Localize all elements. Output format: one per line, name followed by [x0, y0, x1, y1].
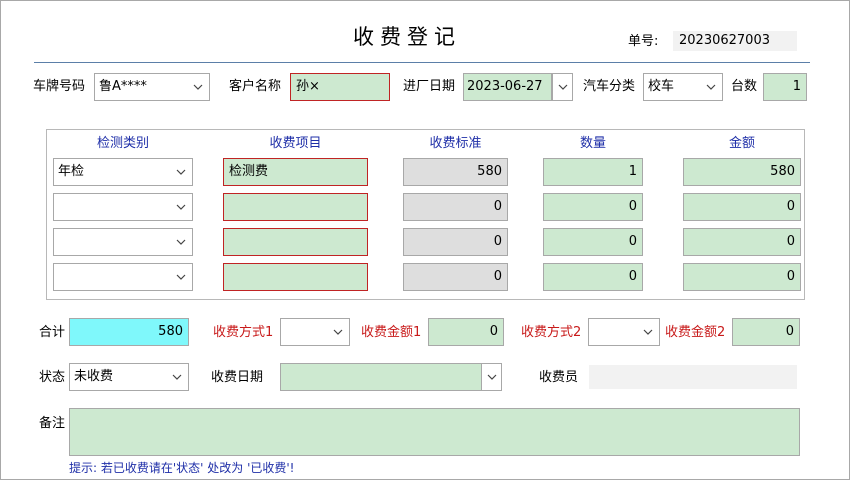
pay-amount2-field[interactable]: 0 — [732, 318, 800, 346]
row4-amount-field[interactable]: 0 — [683, 263, 801, 291]
row3-item-field[interactable] — [223, 228, 368, 256]
pay-amount1-field[interactable]: 0 — [428, 318, 504, 346]
row1-qty-field[interactable]: 1 — [543, 158, 643, 186]
pay-date-dropdown-button[interactable] — [481, 363, 502, 391]
total-field: 580 — [69, 318, 189, 346]
row2-item-field[interactable] — [223, 193, 368, 221]
chevron-down-icon — [176, 264, 186, 290]
row2-standard-field: 0 — [403, 193, 508, 221]
row3-amount-field[interactable]: 0 — [683, 228, 801, 256]
entry-date-dropdown-button[interactable] — [552, 73, 573, 101]
col-header-category: 检测类别 — [96, 136, 149, 151]
pay-date-label: 收费日期 — [211, 370, 264, 385]
customer-field[interactable]: 孙× — [290, 73, 390, 101]
row2-qty-field[interactable]: 0 — [543, 193, 643, 221]
col-header-item: 收费项目 — [269, 136, 322, 151]
chevron-down-icon — [193, 74, 203, 100]
pay-amount2-label: 收费金额2 — [665, 325, 726, 340]
pay-method2-combo[interactable] — [588, 318, 660, 346]
form-window: 收费登记 单号: 20230627003 车牌号码 鲁A**** 客户名称 孙×… — [0, 0, 850, 480]
doc-no-label: 单号: — [628, 34, 659, 49]
chevron-down-icon — [487, 364, 497, 390]
col-header-amount: 金额 — [728, 136, 755, 151]
notes-label: 备注 — [39, 416, 66, 431]
col-header-qty: 数量 — [579, 136, 606, 151]
notes-textarea[interactable] — [69, 408, 800, 456]
customer-label: 客户名称 — [229, 79, 282, 94]
page-title: 收费登记 — [353, 25, 461, 49]
col-header-standard: 收费标准 — [429, 136, 482, 151]
row3-qty-field[interactable]: 0 — [543, 228, 643, 256]
pay-method1-combo[interactable] — [280, 318, 350, 346]
entry-date-field[interactable]: 2023-06-27 — [463, 73, 552, 101]
chevron-down-icon — [706, 74, 716, 100]
chevron-down-icon — [333, 319, 343, 345]
chevron-down-icon — [172, 364, 182, 390]
row4-qty-field[interactable]: 0 — [543, 263, 643, 291]
row4-item-field[interactable] — [223, 263, 368, 291]
chevron-down-icon — [176, 229, 186, 255]
entry-date-label: 进厂日期 — [403, 79, 456, 94]
plate-combo[interactable]: 鲁A**** — [94, 73, 210, 101]
vehicle-type-combo[interactable]: 校车 — [643, 73, 723, 101]
chevron-down-icon — [176, 194, 186, 220]
row1-category-combo[interactable]: 年检 — [53, 158, 193, 186]
pay-method2-label: 收费方式2 — [521, 325, 582, 340]
row1-standard-field: 580 — [403, 158, 508, 186]
count-field[interactable]: 1 — [763, 73, 807, 101]
row4-standard-field: 0 — [403, 263, 508, 291]
chevron-down-icon — [643, 319, 653, 345]
total-label: 合计 — [39, 325, 66, 340]
row1-category-value: 年检 — [58, 164, 85, 179]
header-divider — [34, 62, 810, 63]
row1-item-field[interactable]: 检测费 — [223, 158, 368, 186]
status-combo[interactable]: 未收费 — [69, 363, 189, 391]
plate-label: 车牌号码 — [33, 79, 86, 94]
vehicle-type-label: 汽车分类 — [583, 79, 636, 94]
plate-value: 鲁A**** — [99, 79, 147, 94]
chevron-down-icon — [176, 159, 186, 185]
cashier-field — [589, 365, 797, 389]
row2-category-combo[interactable] — [53, 193, 193, 221]
row2-amount-field[interactable]: 0 — [683, 193, 801, 221]
row4-category-combo[interactable] — [53, 263, 193, 291]
pay-date-field[interactable] — [280, 363, 482, 391]
row1-amount-field[interactable]: 580 — [683, 158, 801, 186]
pay-method1-label: 收费方式1 — [213, 325, 274, 340]
doc-no-value: 20230627003 — [673, 31, 797, 51]
row3-category-combo[interactable] — [53, 228, 193, 256]
count-label: 台数 — [731, 79, 758, 94]
status-value: 未收费 — [74, 369, 114, 384]
vehicle-type-value: 校车 — [648, 79, 675, 94]
pay-amount1-label: 收费金额1 — [361, 325, 422, 340]
cashier-label: 收费员 — [539, 370, 579, 385]
status-label: 状态 — [39, 370, 66, 385]
hint-text: 提示: 若已收费请在'状态' 处改为 '已收费'! — [69, 461, 295, 475]
row3-standard-field: 0 — [403, 228, 508, 256]
chevron-down-icon — [558, 74, 568, 100]
